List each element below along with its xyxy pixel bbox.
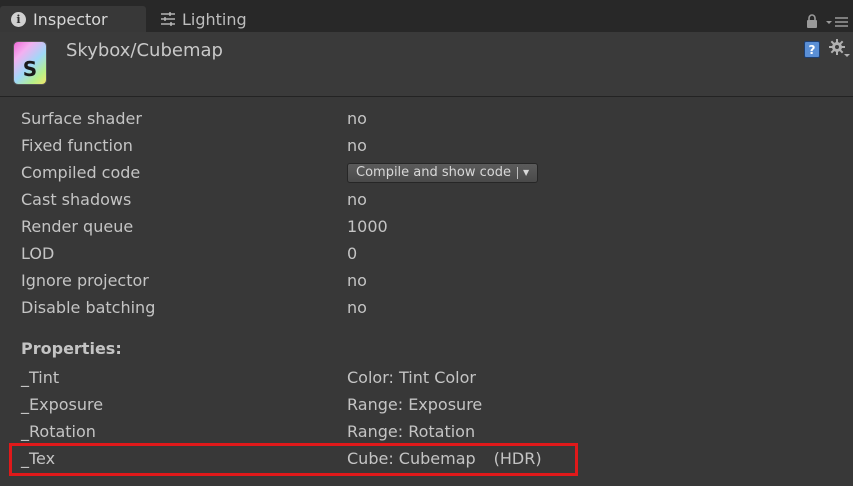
- tab-lighting-label: Lighting: [182, 9, 247, 29]
- tab-inspector-label: Inspector: [33, 9, 108, 29]
- inspector-window: i Inspector Lighting S Skybox/Cubemap ? …: [0, 0, 853, 486]
- info-row-surface-shader: Surface shader no: [21, 108, 841, 130]
- tab-inspector[interactable]: i Inspector: [0, 6, 146, 32]
- property-name: _Tex: [21, 449, 56, 468]
- dropdown-caret-icon[interactable]: ▼: [523, 162, 529, 184]
- info-label: Surface shader: [21, 109, 142, 128]
- property-name: _Rotation: [21, 422, 96, 441]
- property-row-exposure: _Exposure Range: Exposure: [21, 394, 841, 416]
- info-row-ignore-projector: Ignore projector no: [21, 270, 841, 292]
- hdr-tag: (HDR): [493, 449, 542, 468]
- tab-menu-icon[interactable]: [825, 16, 849, 28]
- info-icon: i: [11, 11, 26, 27]
- info-value: no: [347, 109, 367, 128]
- info-label: Ignore projector: [21, 271, 149, 290]
- button-separator: [516, 167, 518, 179]
- sliders-icon: [161, 12, 175, 26]
- page-title: Skybox/Cubemap: [66, 40, 223, 61]
- property-type: Range: Rotation: [347, 422, 476, 441]
- info-row-disable-batching: Disable batching no: [21, 297, 841, 319]
- lock-icon[interactable]: [806, 14, 818, 28]
- gear-icon[interactable]: [829, 39, 851, 59]
- info-label: Fixed function: [21, 136, 133, 155]
- info-label: Compiled code: [21, 163, 141, 182]
- tab-lighting[interactable]: Lighting: [150, 6, 270, 32]
- info-value: no: [347, 271, 367, 290]
- info-value: no: [347, 298, 367, 317]
- info-row-render-queue: Render queue 1000: [21, 216, 841, 238]
- info-row-compiled-code: Compiled code Compile and show code ▼: [21, 162, 841, 184]
- inspector-header: S Skybox/Cubemap ?: [0, 32, 853, 97]
- property-row-rotation: _Rotation Range: Rotation: [21, 421, 841, 443]
- property-row-tex: _Tex Cube: Cubemap (HDR): [21, 448, 841, 470]
- compile-button-label: Compile and show code: [356, 165, 511, 180]
- info-value: 1000: [347, 217, 388, 236]
- compile-show-code-button[interactable]: Compile and show code ▼: [347, 162, 539, 184]
- property-type-wrap: Cube: Cubemap (HDR): [347, 448, 542, 470]
- info-label: Cast shadows: [21, 190, 132, 209]
- help-icon[interactable]: ?: [804, 41, 820, 58]
- property-type: Color: Tint Color: [347, 368, 476, 387]
- info-row-cast-shadows: Cast shadows no: [21, 189, 841, 211]
- info-label: Disable batching: [21, 298, 156, 317]
- shader-icon-letter: S: [22, 57, 38, 81]
- shader-icon: S: [14, 42, 46, 84]
- info-row-lod: LOD 0: [21, 243, 841, 265]
- tab-bar: i Inspector Lighting: [0, 0, 853, 32]
- info-value: no: [347, 190, 367, 209]
- property-name: _Exposure: [21, 395, 104, 414]
- info-label: Render queue: [21, 217, 134, 236]
- property-type: Cube: Cubemap: [347, 449, 476, 468]
- property-name: _Tint: [21, 368, 60, 387]
- info-value: no: [347, 136, 367, 155]
- property-row-tint: _Tint Color: Tint Color: [21, 367, 841, 389]
- properties-heading: Properties:: [21, 339, 122, 358]
- info-label: LOD: [21, 244, 55, 263]
- info-row-fixed-function: Fixed function no: [21, 135, 841, 157]
- info-value: 0: [347, 244, 358, 263]
- property-type: Range: Exposure: [347, 395, 483, 414]
